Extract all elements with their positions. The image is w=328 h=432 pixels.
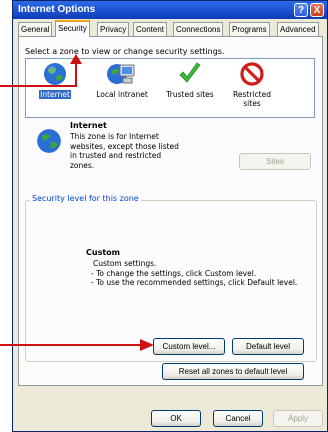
level-line: - To change the settings, click Custom l… bbox=[91, 268, 257, 278]
tab-programs[interactable]: Programs bbox=[229, 22, 270, 36]
close-button[interactable]: X bbox=[310, 3, 324, 17]
zone-restricted-sites[interactable]: Restricted sites bbox=[226, 61, 278, 108]
security-level-group-label: Security level for this zone bbox=[30, 194, 141, 203]
zone-label: Trusted sites bbox=[166, 90, 214, 99]
selected-zone-description: This zone is for Internet websites, exce… bbox=[70, 132, 179, 170]
custom-level-pointer-arrow bbox=[0, 339, 154, 351]
apply-button[interactable]: Apply bbox=[273, 410, 323, 427]
restricted-icon bbox=[240, 62, 264, 86]
security-level-title: Custom bbox=[86, 248, 120, 257]
title-bar[interactable]: Internet Options ? X bbox=[13, 1, 327, 19]
level-line: - To use the recommended settings, click… bbox=[91, 278, 298, 287]
intranet-computer-icon bbox=[107, 64, 135, 84]
ok-button[interactable]: OK bbox=[151, 410, 201, 427]
reset-all-zones-button[interactable]: Reset all zones to default level bbox=[162, 363, 304, 380]
tab-privacy[interactable]: Privacy bbox=[97, 22, 130, 36]
tab-content[interactable]: Content bbox=[133, 22, 168, 36]
tab-general[interactable]: General bbox=[18, 22, 53, 36]
level-line: Custom settings. bbox=[93, 259, 157, 268]
window-title: Internet Options bbox=[18, 4, 96, 15]
security-level-description: Custom settings. - To change the setting… bbox=[91, 259, 297, 288]
security-tab-pointer-arrow bbox=[0, 54, 82, 87]
tab-security[interactable]: Security bbox=[55, 20, 90, 37]
internet-zone-globe-icon bbox=[37, 129, 61, 153]
zone-label: Local intranet bbox=[96, 90, 148, 99]
tab-advanced[interactable]: Advanced bbox=[277, 22, 319, 36]
zone-label: Restricted sites bbox=[233, 90, 271, 108]
sites-button[interactable]: Sites bbox=[239, 153, 311, 170]
zone-local-intranet[interactable]: Local intranet bbox=[96, 61, 148, 99]
tab-connections[interactable]: Connections bbox=[173, 22, 224, 36]
default-level-button[interactable]: Default level bbox=[232, 338, 304, 355]
tab-strip: General Security Privacy Content Connect… bbox=[18, 20, 328, 37]
checkmark-icon bbox=[179, 62, 201, 83]
custom-level-button[interactable]: Custom level... bbox=[153, 338, 225, 355]
cancel-button[interactable]: Cancel bbox=[213, 410, 263, 427]
help-button[interactable]: ? bbox=[294, 3, 308, 17]
selected-zone-title: Internet bbox=[70, 121, 107, 130]
zone-trusted-sites[interactable]: Trusted sites bbox=[164, 61, 216, 99]
